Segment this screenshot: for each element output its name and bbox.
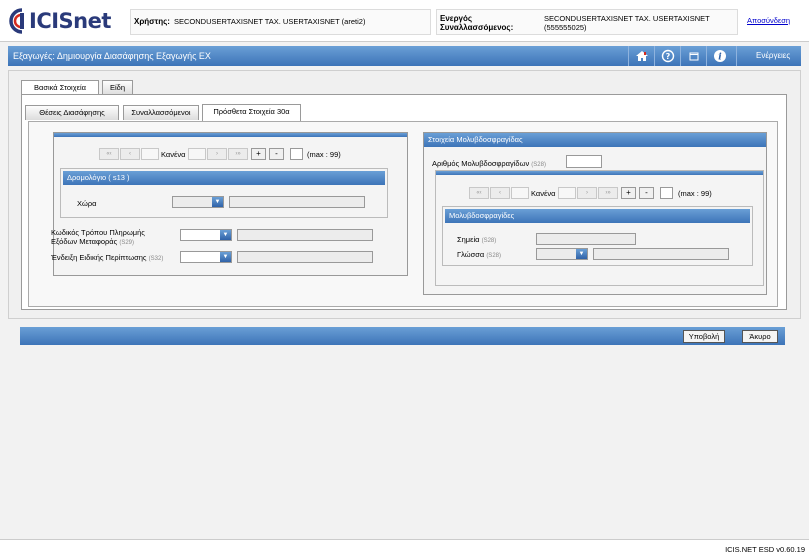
language-description-field: [593, 248, 729, 260]
max-label: (max : 99): [678, 189, 712, 198]
additional-data-panel: «‹ ‹ Κανένα › ›» + - (max : 99) Δρομολόγ…: [28, 121, 778, 307]
basic-data-panel: Θέσεις Διασάφησης Συναλλασσόμενοι Πρόσθε…: [21, 94, 787, 310]
payment-description-field: [237, 229, 373, 241]
special-case-description-field: [237, 251, 373, 263]
page-field-2[interactable]: [558, 187, 576, 199]
svg-text:i: i: [718, 53, 722, 63]
divider: [628, 46, 629, 66]
info-icon[interactable]: i: [713, 49, 727, 63]
chevron-down-icon: ▼: [220, 230, 231, 240]
add-seal-button[interactable]: +: [621, 187, 636, 199]
main-panel: Βασικά Στοιχεία Είδη Θέσεις Διασάφησης Σ…: [8, 70, 801, 319]
svg-text:?: ?: [666, 52, 671, 61]
count-box[interactable]: [290, 148, 303, 160]
logo-text: ICISnet: [29, 9, 111, 33]
add-route-button[interactable]: +: [251, 148, 266, 160]
tab-traders[interactable]: Συναλλασσόμενοι: [123, 105, 199, 120]
tab-basic-data[interactable]: Βασικά Στοιχεία: [21, 80, 99, 95]
page-field[interactable]: [511, 187, 529, 199]
payment-label-line2: Εξόδων Μεταφοράς (S29): [51, 237, 134, 246]
chevron-down-icon: ▼: [220, 252, 231, 262]
page-field[interactable]: [141, 148, 159, 160]
country-description-field: [229, 196, 365, 208]
footer: ICIS.NET ESD v0.60.19: [0, 539, 809, 559]
remove-seal-button[interactable]: -: [639, 187, 654, 199]
max-label: (max : 99): [307, 150, 341, 159]
divider: [706, 46, 707, 66]
seals-container: «‹ ‹ Κανένα › ›» + - (max : 99) Μολυβδοσ…: [435, 170, 764, 286]
entity-value-line1: SECONDUSERTAXISNET TAX. USERTAXISNET: [544, 14, 710, 23]
route-header: Δρομολόγιο ( s13 ): [63, 171, 385, 185]
language-label: Γλώσσα (S28): [457, 250, 501, 259]
entity-label-line2: Συναλλασσόμενος:: [440, 23, 514, 32]
mark-field[interactable]: [536, 233, 636, 245]
entity-info-box: Ενεργός Συναλλασσόμενος: SECONDUSERTAXIS…: [436, 9, 738, 35]
left-section: «‹ ‹ Κανένα › ›» + - (max : 99) Δρομολόγ…: [51, 132, 408, 276]
seal-section-header: Στοιχεία Μολυβδοσφραγίδας: [424, 133, 766, 147]
tab-items[interactable]: Είδη: [102, 80, 133, 95]
divider: [736, 46, 737, 66]
window-icon[interactable]: [687, 49, 701, 63]
seal-section: Στοιχεία Μολυβδοσφραγίδας Αριθμός Μολυβδ…: [423, 132, 767, 295]
page-field-2[interactable]: [188, 148, 206, 160]
seals-container-bar: [436, 171, 763, 175]
left-section-bar: [54, 133, 407, 137]
top-header: ICISnet Χρήστης: SECONDUSERTAXISNET TAX.…: [0, 0, 809, 42]
chevron-down-icon: ▼: [212, 197, 223, 207]
country-select[interactable]: ▼: [172, 196, 224, 208]
actions-menu[interactable]: Ενέργειες: [756, 51, 790, 60]
help-icon[interactable]: ?: [661, 49, 675, 63]
nav-none-label: Κανένα: [161, 150, 186, 159]
logo: ICISnet: [8, 6, 111, 36]
seals-box: Μολυβδοσφραγίδες Σημεία (S28) Γλώσσα (S2…: [442, 206, 753, 266]
logo-mark-icon: [8, 7, 28, 35]
first-page-button[interactable]: «‹: [99, 148, 119, 160]
page-title: Εξαγωγές: Δημιουργία Διασάφησης Εξαγωγής…: [13, 51, 211, 61]
submit-button[interactable]: Υποβολή: [683, 330, 725, 343]
prev-page-button[interactable]: ‹: [120, 148, 140, 160]
chevron-down-icon: ▼: [576, 249, 587, 259]
user-label: Χρήστης:: [134, 17, 170, 26]
remove-route-button[interactable]: -: [269, 148, 284, 160]
next-page-button[interactable]: ›: [577, 187, 597, 199]
user-info-box: Χρήστης: SECONDUSERTAXISNET TAX. USERTAX…: [130, 9, 431, 35]
user-value: SECONDUSERTAXISNET TAX. USERTAXISNET (ar…: [174, 17, 366, 26]
seals-header: Μολυβδοσφραγίδες: [445, 209, 750, 223]
language-select[interactable]: ▼: [536, 248, 588, 260]
mark-label: Σημεία (S28): [457, 235, 497, 244]
count-box[interactable]: [660, 187, 673, 199]
first-page-button[interactable]: «‹: [469, 187, 489, 199]
country-label: Χώρα: [77, 199, 97, 208]
tab-declaration-positions[interactable]: Θέσεις Διασάφησης: [25, 105, 119, 120]
divider: [654, 46, 655, 66]
action-bar: Υποβολή Άκυρο: [20, 327, 785, 345]
divider: [680, 46, 681, 66]
next-page-button[interactable]: ›: [207, 148, 227, 160]
last-page-button[interactable]: ›»: [598, 187, 618, 199]
tab-additional-data-30a[interactable]: Πρόσθετα Στοιχεία 30α: [202, 104, 301, 121]
seal-count-label: Αριθμός Μολυβδοσφραγίδων (S28): [432, 159, 546, 168]
payment-method-select[interactable]: ▼: [180, 229, 232, 241]
last-page-button[interactable]: ›»: [228, 148, 248, 160]
entity-value-line2: (555555025): [544, 23, 587, 32]
entity-label-line1: Ενεργός: [440, 14, 473, 23]
route-box: Δρομολόγιο ( s13 ) Χώρα ▼: [60, 168, 388, 218]
logout-link[interactable]: Αποσύνδεση: [747, 16, 790, 25]
version-label: ICIS.NET ESD v0.60.19: [725, 545, 805, 554]
cancel-button[interactable]: Άκυρο: [742, 330, 778, 343]
home-icon[interactable]: [635, 49, 649, 63]
special-case-label: Ένδειξη Ειδικής Περίπτωσης (S32): [51, 253, 164, 262]
prev-page-button[interactable]: ‹: [490, 187, 510, 199]
nav-none-label: Κανένα: [531, 189, 556, 198]
title-bar: Εξαγωγές: Δημιουργία Διασάφησης Εξαγωγής…: [8, 46, 801, 66]
special-case-select[interactable]: ▼: [180, 251, 232, 263]
payment-label-line1: Κωδικός Τρόπου Πληρωμής: [51, 228, 145, 237]
seal-count-input[interactable]: [566, 155, 602, 168]
